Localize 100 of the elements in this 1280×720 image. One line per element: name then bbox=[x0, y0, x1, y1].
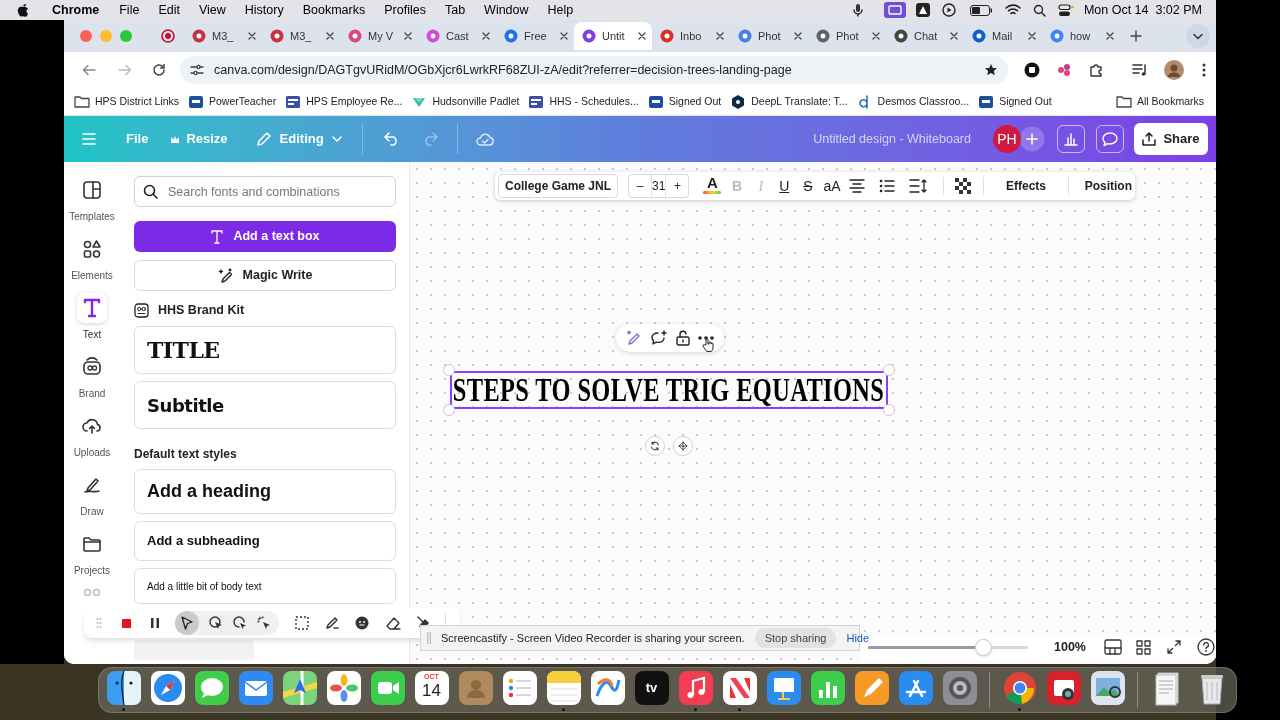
click-highlight-icon[interactable] bbox=[209, 616, 223, 630]
fullscreen-icon[interactable] bbox=[1167, 640, 1181, 654]
bookmark[interactable]: DeepL Translate: T... bbox=[730, 93, 848, 110]
comments-button[interactable] bbox=[1096, 125, 1124, 153]
app-icon[interactable] bbox=[1089, 670, 1126, 706]
app-icon[interactable] bbox=[809, 670, 846, 706]
back-icon[interactable] bbox=[82, 63, 96, 77]
address-field[interactable]: canva.com/design/DAGTgvURidM/OGbXjcr6LwrkRF68ZUI-zA/edit?referrer=decision-trees-landing-page bbox=[180, 56, 1008, 84]
app-icon[interactable] bbox=[105, 670, 142, 706]
app-icon[interactable] bbox=[765, 670, 802, 706]
bookmark[interactable]: Hudsonville Padlet bbox=[411, 93, 520, 110]
media-controls-icon[interactable] bbox=[1132, 62, 1148, 78]
bookmark[interactable]: HPS District Links bbox=[74, 93, 179, 110]
close-icon[interactable] bbox=[326, 32, 334, 40]
bookmark[interactable]: Signed Out bbox=[978, 93, 1052, 110]
rail-item[interactable]: Templates bbox=[66, 175, 118, 224]
browser-tab[interactable]: M3_ bbox=[262, 22, 340, 50]
resize-handle[interactable] bbox=[883, 364, 895, 376]
drag-handle-icon[interactable] bbox=[427, 632, 431, 644]
menu-item[interactable]: Profiles bbox=[384, 0, 426, 20]
control-center-icon[interactable] bbox=[1057, 3, 1074, 17]
magic-edit-icon[interactable] bbox=[626, 330, 642, 346]
menu-item[interactable]: View bbox=[198, 0, 226, 20]
battery-icon[interactable] bbox=[969, 4, 992, 16]
close-icon[interactable] bbox=[794, 32, 802, 40]
menu-item[interactable]: Tab bbox=[444, 0, 466, 20]
format-button[interactable]: S bbox=[800, 175, 816, 197]
stop-sharing-button[interactable]: Stop sharing bbox=[754, 628, 837, 648]
title-text[interactable]: STEPS TO SOLVE TRIG EQUATIONS bbox=[453, 373, 885, 407]
app-icon[interactable] bbox=[721, 670, 758, 706]
hide-link[interactable]: Hide bbox=[846, 629, 870, 647]
browser-tab[interactable]: Phot bbox=[730, 22, 808, 50]
line-spacing-icon[interactable] bbox=[908, 179, 927, 193]
app-icon[interactable] bbox=[677, 670, 714, 706]
eraser-icon[interactable] bbox=[385, 616, 401, 630]
menu-item[interactable]: History bbox=[244, 0, 284, 20]
pause-icon[interactable] bbox=[151, 618, 159, 628]
star-icon[interactable] bbox=[984, 63, 998, 77]
pen-icon[interactable] bbox=[325, 616, 339, 630]
browser-tab[interactable]: Cast bbox=[418, 22, 496, 50]
transparency-icon[interactable] bbox=[955, 178, 972, 194]
close-icon[interactable] bbox=[482, 32, 490, 40]
zoom-percentage[interactable]: 100% bbox=[1054, 637, 1086, 657]
bookmark[interactable]: PowerTeacher bbox=[188, 93, 277, 110]
pages-icon[interactable] bbox=[1104, 639, 1122, 655]
resize-handle[interactable] bbox=[883, 404, 895, 416]
close-icon[interactable] bbox=[560, 32, 568, 40]
all-bookmarks[interactable]: All Bookmarks bbox=[1115, 93, 1204, 110]
help-icon[interactable] bbox=[1197, 638, 1215, 656]
close-icon[interactable] bbox=[404, 32, 412, 40]
app-icon[interactable] bbox=[193, 670, 230, 706]
insights-button[interactable] bbox=[1057, 125, 1085, 153]
app-icon[interactable] bbox=[325, 670, 362, 706]
search-field[interactable]: Search fonts and combinations bbox=[134, 176, 396, 207]
app-icon[interactable] bbox=[281, 670, 318, 706]
add-comment-icon[interactable] bbox=[650, 330, 668, 346]
spotlight-icon[interactable] bbox=[233, 616, 247, 630]
close-icon[interactable] bbox=[638, 32, 646, 40]
position-button[interactable]: Position bbox=[1084, 177, 1132, 195]
pointer-tool-button[interactable] bbox=[175, 611, 199, 635]
text-style-card[interactable]: TITLE bbox=[134, 326, 396, 374]
rail-item[interactable]: Text bbox=[66, 293, 118, 342]
app-icon[interactable] bbox=[897, 670, 934, 706]
align-center-icon[interactable] bbox=[848, 179, 865, 193]
site-settings-icon[interactable] bbox=[190, 63, 204, 77]
more-icon[interactable] bbox=[1202, 63, 1206, 77]
move-handle[interactable] bbox=[673, 436, 693, 456]
apple-logo-icon[interactable] bbox=[16, 2, 30, 18]
menu-item[interactable]: Help bbox=[547, 0, 574, 20]
app-icon[interactable] bbox=[501, 670, 538, 706]
browser-tab[interactable]: Inbo bbox=[652, 22, 730, 50]
font-size-field[interactable]: 31 bbox=[651, 175, 667, 197]
screen-share-icon[interactable] bbox=[883, 2, 906, 18]
app-icon[interactable] bbox=[1001, 670, 1038, 706]
profile-avatar[interactable] bbox=[1164, 60, 1184, 80]
grid-view-icon[interactable] bbox=[1136, 639, 1151, 655]
share-button[interactable]: Share bbox=[1134, 123, 1208, 155]
text-style-card[interactable]: Add a little bit of body text bbox=[134, 568, 396, 604]
triangle-icon[interactable] bbox=[915, 3, 930, 17]
rotate-handle[interactable] bbox=[645, 436, 665, 456]
font-dropdown[interactable]: College Game JNL bbox=[498, 174, 619, 198]
add-text-box-button[interactable]: Add a text box bbox=[134, 221, 396, 252]
browser-tab[interactable]: Mail bbox=[964, 22, 1042, 50]
text-color-button[interactable]: A bbox=[703, 175, 722, 197]
text-style-card[interactable]: Add a heading bbox=[134, 469, 396, 514]
app-icon[interactable] bbox=[589, 670, 626, 706]
rail-item[interactable]: Projects bbox=[66, 529, 118, 578]
bookmark[interactable]: Signed Out bbox=[647, 93, 722, 110]
text-style-card[interactable]: Subtitle bbox=[134, 381, 396, 429]
more-icon[interactable] bbox=[698, 336, 714, 340]
format-button[interactable]: U bbox=[776, 175, 793, 197]
sparkle-pointer-icon[interactable] bbox=[257, 616, 271, 630]
decrease-size-button[interactable]: – bbox=[629, 177, 652, 195]
puzzle-icon[interactable] bbox=[1088, 62, 1104, 78]
browser-tab[interactable]: My V bbox=[340, 22, 418, 50]
close-icon[interactable] bbox=[872, 32, 880, 40]
drag-handle-icon[interactable] bbox=[96, 617, 102, 629]
lock-icon[interactable] bbox=[676, 330, 690, 346]
new-tab-icon[interactable] bbox=[1130, 30, 1142, 42]
app-icon[interactable] bbox=[237, 670, 274, 706]
